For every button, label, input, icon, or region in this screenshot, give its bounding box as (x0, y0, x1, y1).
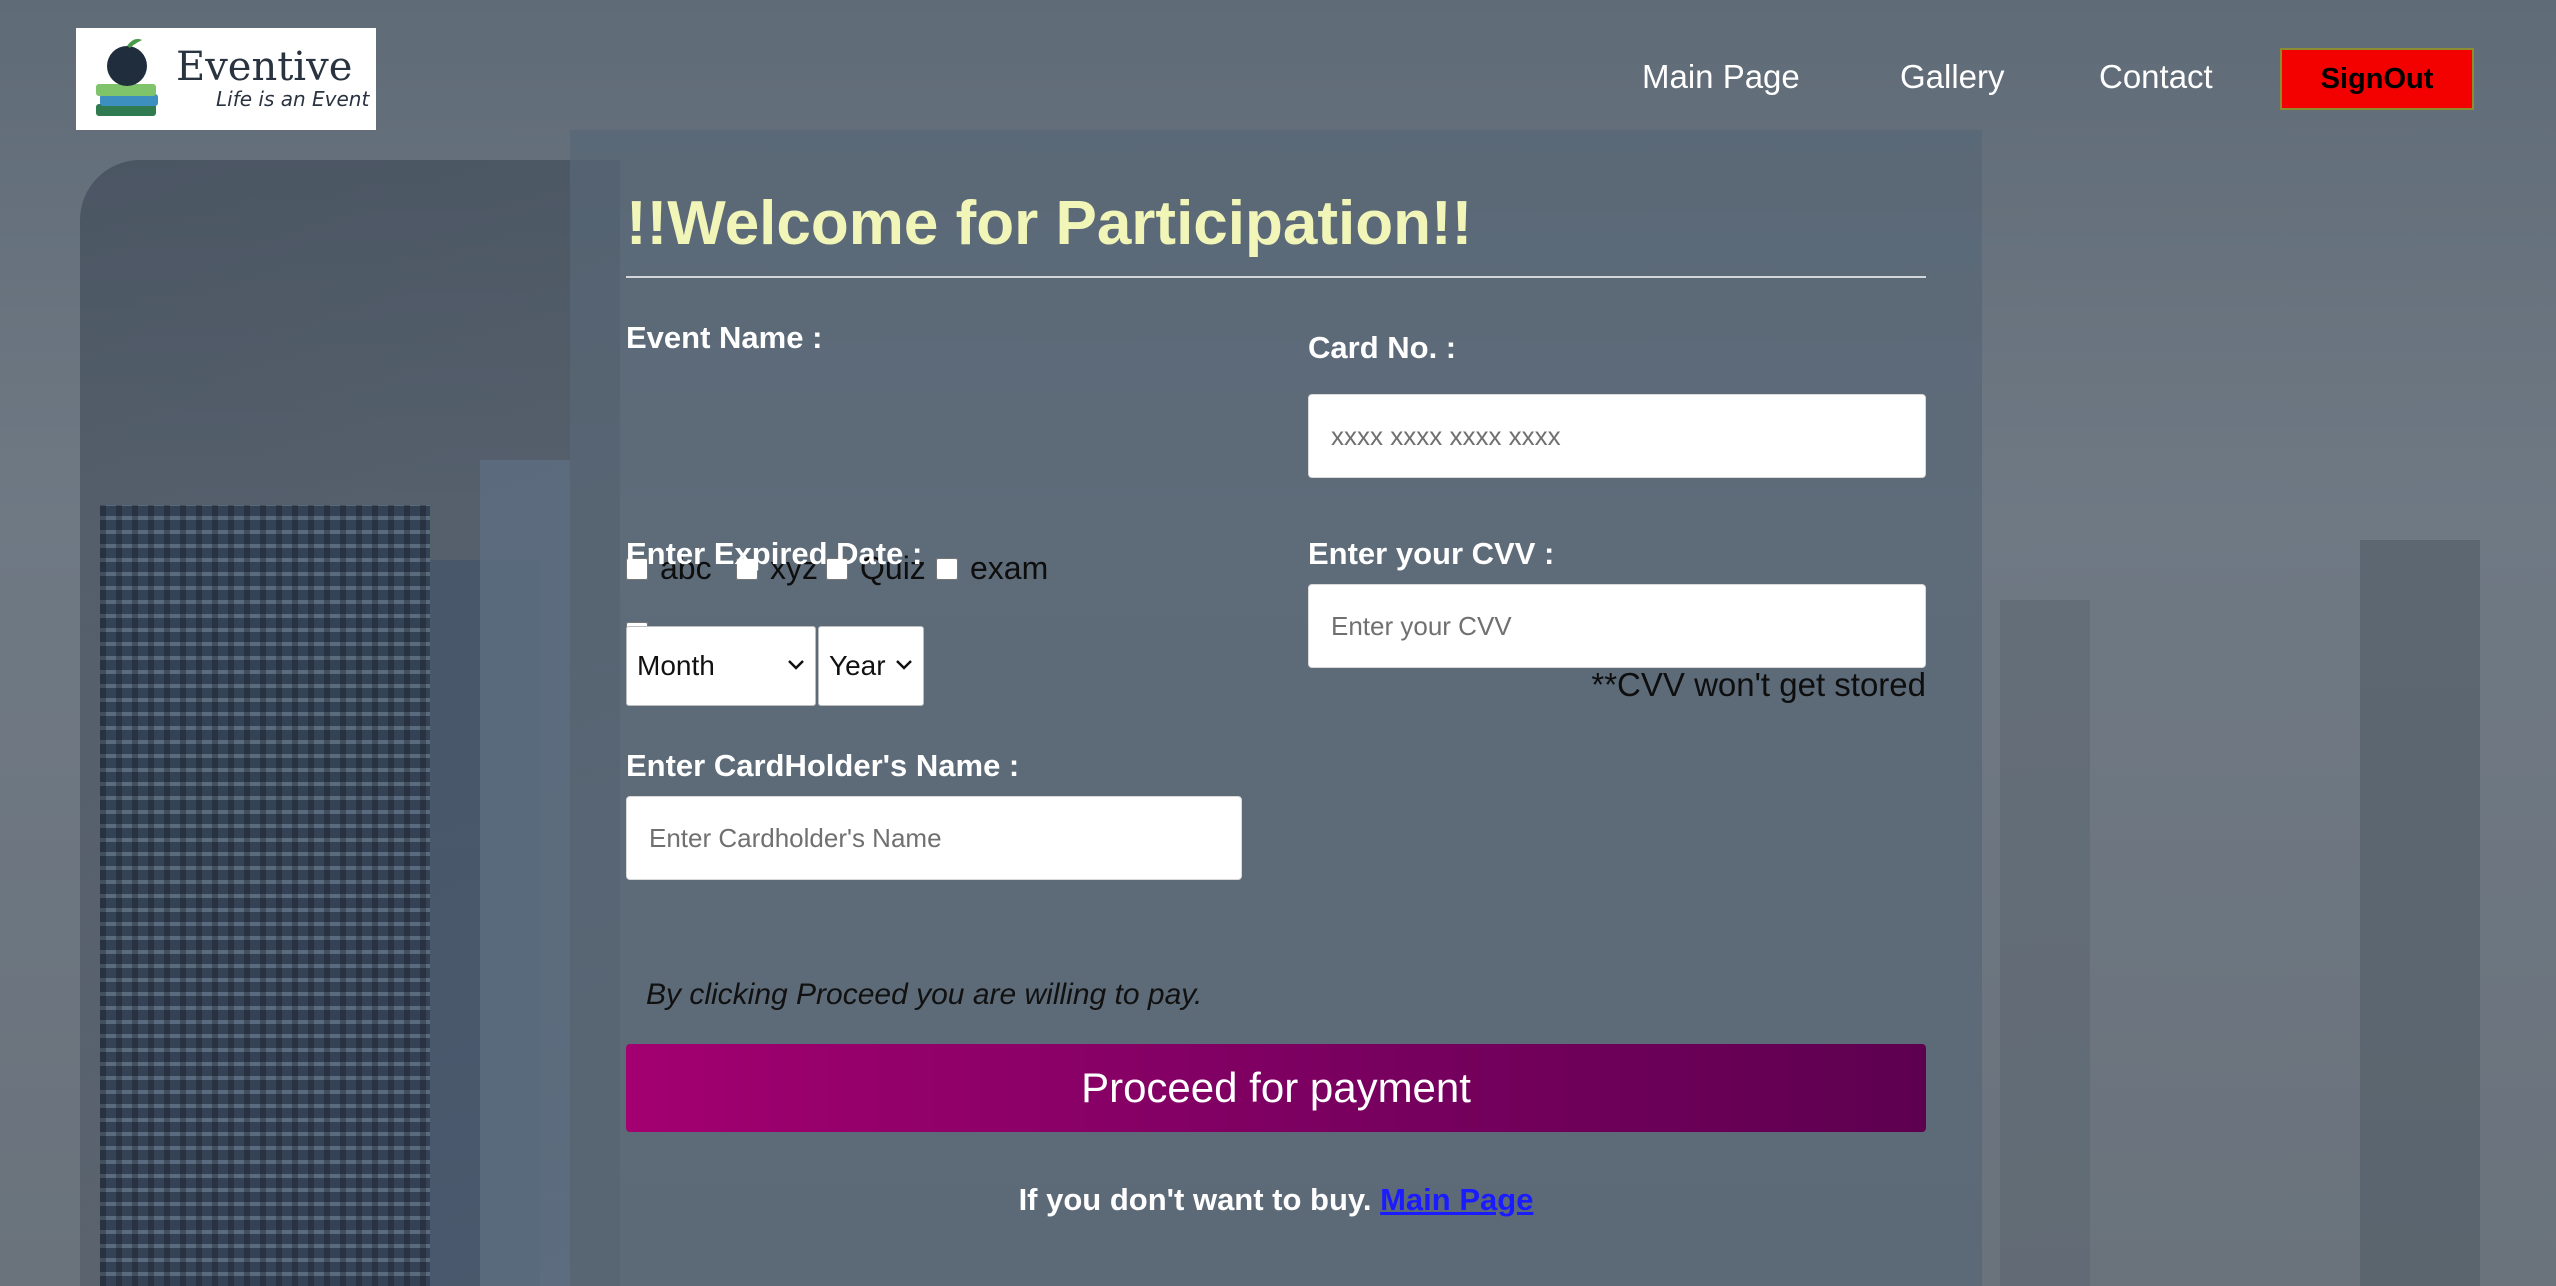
proceed-payment-button[interactable]: Proceed for payment (626, 1044, 1926, 1132)
card-number-input[interactable] (1308, 394, 1926, 478)
decline-text: If you don't want to buy. (1018, 1182, 1372, 1217)
year-select[interactable]: Year (818, 626, 924, 706)
background-building (2000, 600, 2090, 1286)
cvv-input[interactable] (1308, 584, 1926, 668)
payment-form-panel: !!Welcome for Participation!! Event Name… (570, 130, 1982, 1286)
card-no-label: Card No. : (1308, 330, 1457, 365)
cardholder-label: Enter CardHolder's Name : (626, 748, 1020, 783)
title-divider (626, 276, 1926, 278)
nav-link-main-page[interactable]: Main Page (1642, 58, 1800, 96)
cardholder-name-input[interactable] (626, 796, 1242, 880)
event-name-label: Event Name : (626, 320, 823, 355)
page-title: !!Welcome for Participation!! (626, 189, 1473, 258)
brand-logo[interactable]: Eventive Life is an Event (76, 28, 376, 130)
apple-books-icon (90, 34, 170, 124)
expired-date-label: Enter Expired Date : (626, 536, 923, 571)
decline-line: If you don't want to buy. Main Page (570, 1182, 1982, 1218)
cvv-label: Enter your CVV : (1308, 536, 1555, 571)
consent-text: By clicking Proceed you are willing to p… (646, 978, 1203, 1011)
navbar: Eventive Life is an Event Main Page Gall… (0, 0, 2556, 130)
cvv-note: **CVV won't get stored (1591, 666, 1926, 703)
signout-button[interactable]: SignOut (2280, 48, 2474, 110)
nav-link-contact[interactable]: Contact (2099, 58, 2213, 96)
background-building (2360, 540, 2480, 1286)
event-option-label: exam (970, 550, 1049, 586)
brand-tagline: Life is an Event (216, 87, 370, 111)
main-page-link[interactable]: Main Page (1380, 1182, 1533, 1217)
event-checkbox-exam[interactable]: exam (936, 550, 1048, 587)
chevron-down-icon (896, 660, 912, 670)
background-building (100, 505, 430, 1286)
brand-name: Eventive (176, 44, 353, 90)
chevron-down-icon (788, 660, 804, 670)
year-select-value: Year (829, 650, 886, 681)
checkbox[interactable] (936, 557, 958, 580)
nav-link-gallery[interactable]: Gallery (1900, 58, 2005, 96)
month-select-value: Month (637, 650, 715, 681)
month-select[interactable]: Month (626, 626, 816, 706)
background-building (480, 460, 570, 1286)
